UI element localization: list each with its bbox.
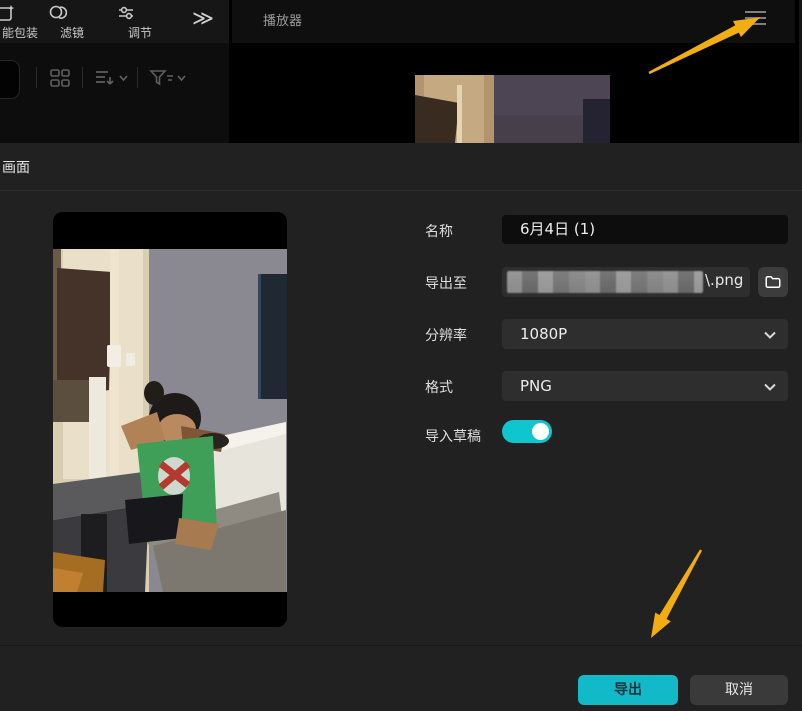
chevron-down-icon	[764, 331, 776, 339]
resolution-select[interactable]: 1080P	[502, 319, 788, 349]
resolution-label: 分辨率	[425, 325, 467, 345]
toolbar-item-packaging[interactable]: 能包装	[0, 3, 44, 41]
video-preview	[415, 75, 610, 143]
player-panel: 播放器	[232, 0, 795, 143]
magic-box-icon	[0, 3, 44, 23]
video-thumbnail	[53, 212, 287, 627]
dialog-section-title: 画面	[2, 157, 30, 177]
divider	[82, 67, 83, 88]
search-input[interactable]	[0, 60, 20, 99]
player-title: 播放器	[263, 10, 302, 29]
format-value: PNG	[520, 377, 552, 395]
toolbar-label: 调节	[116, 24, 164, 41]
filter-circles-icon	[48, 3, 96, 23]
censored-path-mosaic	[507, 271, 703, 293]
hamburger-menu-icon[interactable]	[745, 7, 771, 29]
toggle-knob	[532, 423, 549, 440]
format-label: 格式	[425, 377, 453, 397]
name-input[interactable]: 6月4日 (1)	[502, 215, 788, 244]
filter-funnel-icon[interactable]	[148, 66, 188, 90]
resolution-value: 1080P	[520, 325, 567, 343]
divider	[137, 67, 138, 88]
folder-icon	[764, 273, 782, 291]
adjust-sliders-icon	[116, 3, 164, 23]
media-panel: 能包装 滤镜 调节 ≫	[0, 0, 229, 143]
path-suffix: \.png	[705, 271, 743, 289]
name-label: 名称	[425, 221, 453, 241]
divider	[36, 67, 37, 88]
import-draft-toggle[interactable]	[502, 420, 552, 443]
toolbar-label: 滤镜	[48, 24, 96, 41]
export-path-label: 导出至	[425, 273, 467, 293]
toolbar-item-adjust[interactable]: 调节	[116, 3, 164, 41]
export-path-input[interactable]: \.png	[502, 267, 750, 297]
toolbar-label: 能包装	[0, 24, 44, 41]
toolbar-expand-chevrons[interactable]: ≫	[192, 6, 212, 30]
sort-icon[interactable]	[93, 66, 129, 90]
player-header: 播放器	[232, 0, 795, 43]
browse-folder-button[interactable]	[758, 267, 788, 297]
toolbar-item-filter[interactable]: 滤镜	[48, 3, 96, 41]
side-panel-edge	[797, 0, 802, 143]
chevron-down-icon	[764, 383, 776, 391]
export-button[interactable]: 导出	[578, 675, 678, 705]
format-select[interactable]: PNG	[502, 371, 788, 401]
divider	[0, 645, 802, 646]
export-dialog: 画面	[0, 143, 802, 711]
grid-view-icon[interactable]	[48, 66, 72, 90]
divider	[0, 190, 802, 191]
top-toolbar: 能包装 滤镜 调节 ≫	[0, 0, 229, 43]
import-draft-label: 导入草稿	[425, 426, 481, 446]
cancel-button[interactable]: 取消	[690, 675, 788, 705]
